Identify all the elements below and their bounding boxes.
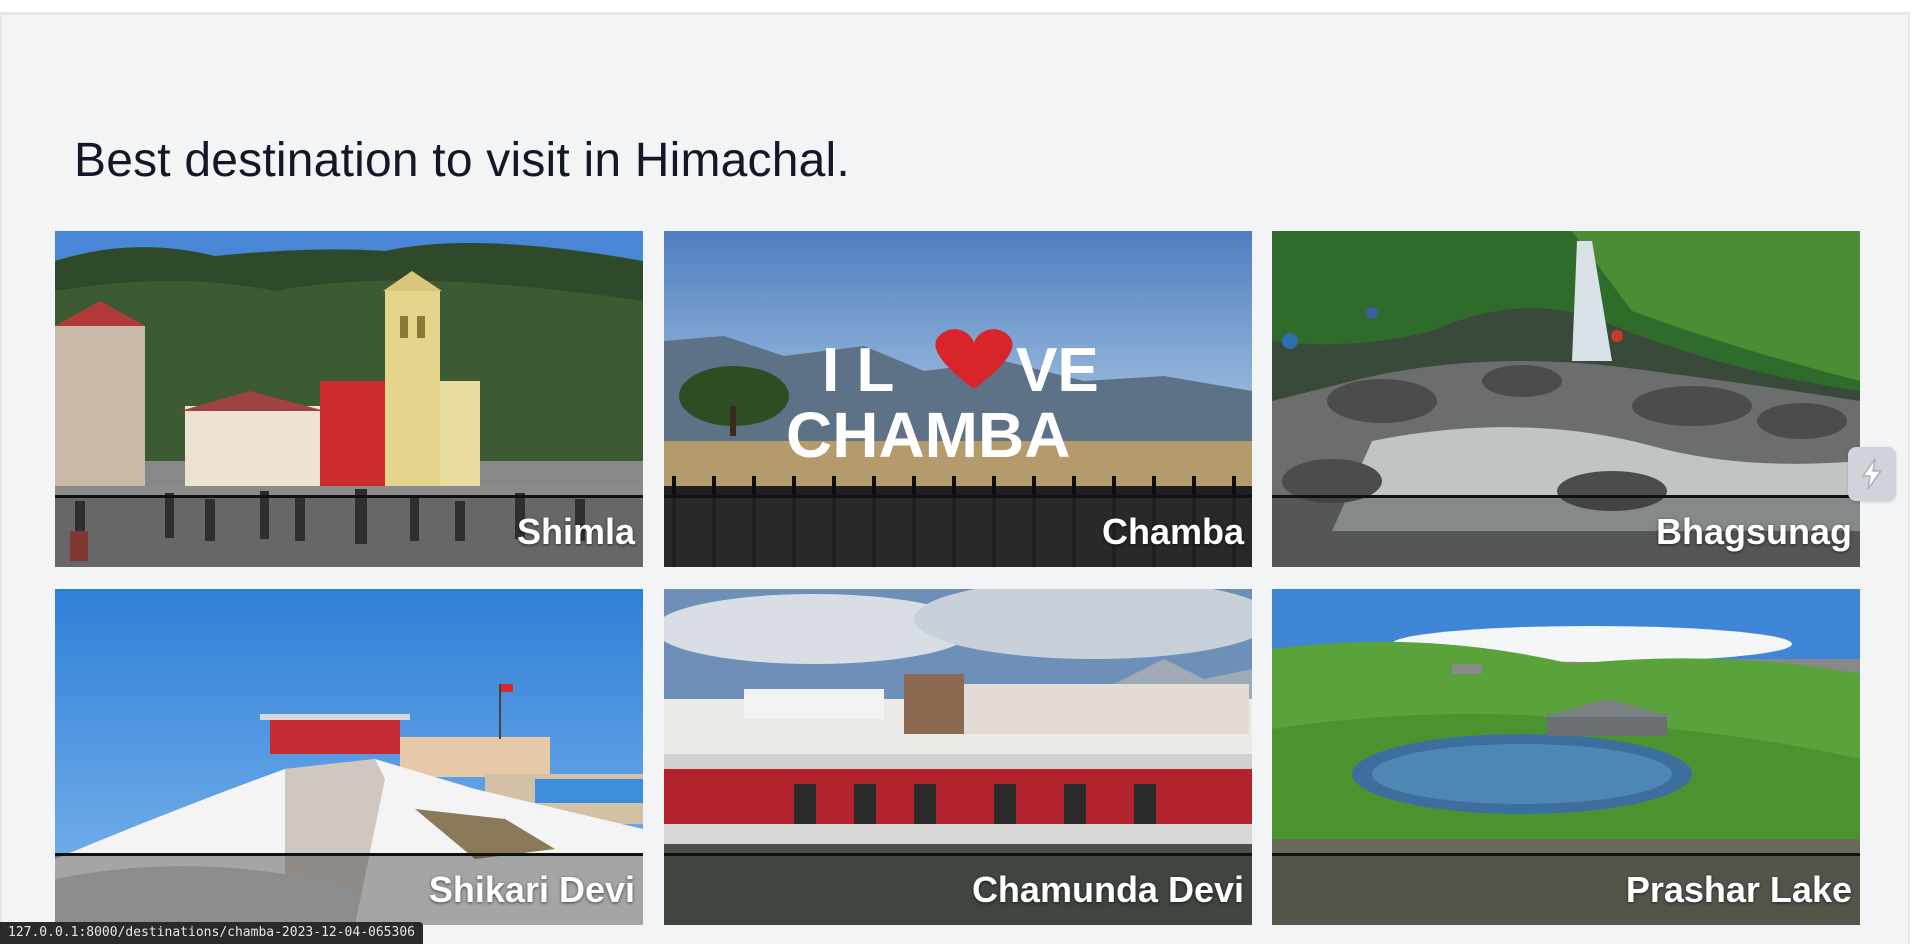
card-label: Shikari Devi: [428, 869, 635, 910]
card-label: Chamba: [1101, 511, 1244, 552]
destination-card-chamunda-devi[interactable]: Chamunda Devi: [664, 589, 1252, 925]
svg-text:CHAMBA: CHAMBA: [786, 399, 1070, 471]
card-label: Chamunda Devi: [971, 869, 1244, 910]
i-love-chamba-sign: I L VE CHAMBA: [786, 329, 1099, 471]
destination-card-chamba[interactable]: I L VE CHAMBA Chamba: [664, 231, 1252, 567]
svg-text:I L: I L: [822, 336, 894, 405]
card-label: Prashar Lake: [1625, 869, 1852, 910]
destination-card-shikari-devi[interactable]: Shikari Devi: [55, 589, 643, 925]
link-preview-status-bar: 127.0.0.1:8000/destinations/chamba-2023-…: [0, 922, 423, 944]
destination-card-prashar-lake[interactable]: Prashar Lake: [1272, 589, 1860, 925]
card-label: Bhagsunag: [1655, 511, 1852, 552]
page-container: Best destination to visit in Himachal. S…: [0, 12, 1910, 944]
destination-card-bhagsunag[interactable]: Bhagsunag: [1272, 231, 1860, 567]
destination-card-shimla[interactable]: Shimla: [55, 231, 643, 567]
lightning-icon: [1862, 458, 1882, 490]
side-panel-toggle[interactable]: [1848, 447, 1896, 501]
svg-text:VE: VE: [1016, 336, 1099, 405]
page-title: Best destination to visit in Himachal.: [74, 134, 850, 187]
card-label: Shimla: [516, 511, 635, 552]
